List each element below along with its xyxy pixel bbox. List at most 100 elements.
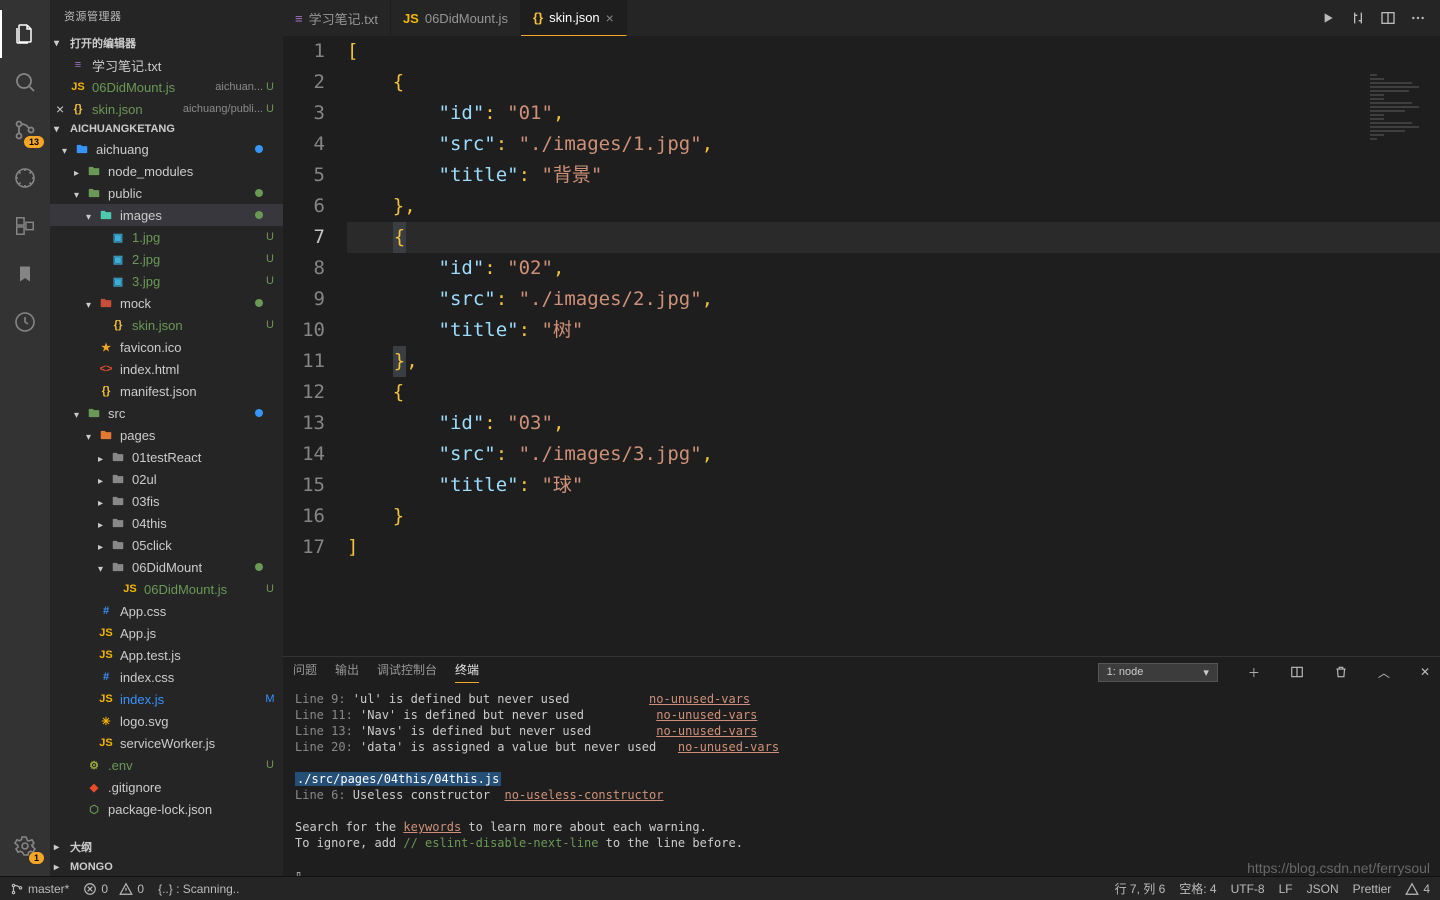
img-icon: ▣ [110, 229, 126, 245]
tree-item[interactable]: 05click [50, 534, 283, 556]
code-editor[interactable]: 1234567891011121314151617 [ { "id": "01"… [283, 36, 1440, 656]
tree-item[interactable]: 02ul [50, 468, 283, 490]
tree-item[interactable]: #index.css [50, 666, 283, 688]
warn-count[interactable]: 4 [1405, 882, 1430, 896]
js-icon: JS [98, 735, 114, 751]
tree-item[interactable]: images [50, 204, 283, 226]
open-editors-header[interactable]: 打开的编辑器 [50, 32, 283, 54]
panel-tab[interactable]: 终端 [455, 661, 479, 683]
txt-icon: ≡ [70, 57, 86, 73]
problems-item[interactable]: 0 0 [83, 882, 144, 896]
tree-item[interactable]: <>index.html [50, 358, 283, 380]
terminal-body[interactable]: Line 9: 'ul' is defined but never used n… [283, 687, 1440, 876]
search-icon[interactable] [0, 58, 50, 106]
tree-item[interactable]: ⚙.envU [50, 754, 283, 776]
source-control-icon[interactable]: 13 [0, 106, 50, 154]
split-terminal-icon[interactable] [1290, 665, 1304, 679]
tree-item[interactable]: JSApp.test.js [50, 644, 283, 666]
tree-item[interactable]: public [50, 182, 283, 204]
split-icon[interactable] [1380, 10, 1396, 26]
js-icon: JS [70, 79, 86, 95]
js-icon: JS [98, 647, 114, 663]
svg-icon: ✳ [98, 713, 114, 729]
mongo-header[interactable]: MONGO [50, 858, 283, 876]
tree-item[interactable]: {}manifest.json [50, 380, 283, 402]
tree-item[interactable]: node_modules [50, 160, 283, 182]
tree-item[interactable]: ▣1.jpgU [50, 226, 283, 248]
debug-icon[interactable] [0, 154, 50, 202]
tree-item[interactable]: JSApp.js [50, 622, 283, 644]
terminal-selector[interactable]: 1: node▾ [1098, 663, 1218, 682]
tree-item[interactable]: ▣3.jpgU [50, 270, 283, 292]
outline-header[interactable]: 大纲 [50, 836, 283, 858]
panel-tab[interactable]: 问题 [293, 661, 317, 683]
open-editor-item[interactable]: ≡学习笔记.txt [50, 54, 283, 76]
run-icon[interactable] [1320, 10, 1336, 26]
branch-item[interactable]: master* [10, 882, 69, 896]
img-icon: ▣ [110, 273, 126, 289]
js-icon: JS [122, 581, 138, 597]
panel-tab[interactable]: 输出 [335, 661, 359, 683]
project-header[interactable]: AICHUANGKETANG [50, 120, 283, 138]
tree-item[interactable]: mock [50, 292, 283, 314]
tree-item[interactable]: ★favicon.ico [50, 336, 283, 358]
cursor-pos[interactable]: 行 7, 列 6 [1115, 880, 1166, 897]
folder-icon [98, 295, 114, 311]
env-icon: ⚙ [86, 757, 102, 773]
js-icon: JS [98, 625, 114, 641]
git-icon: ◆ [86, 779, 102, 795]
folder-icon [110, 559, 126, 575]
html-icon: <> [98, 361, 114, 377]
more-icon[interactable] [1410, 10, 1426, 26]
bookmark-icon[interactable] [0, 250, 50, 298]
tree-item[interactable]: 01testReact [50, 446, 283, 468]
spaces-item[interactable]: 空格: 4 [1179, 880, 1216, 897]
folder-icon [86, 405, 102, 421]
js-icon: JS [403, 11, 419, 26]
open-editor-item[interactable]: JS06DidMount.jsaichuan...U [50, 76, 283, 98]
tree-item[interactable]: ⬡package-lock.json [50, 798, 283, 820]
tree-item[interactable]: aichuang [50, 138, 283, 160]
open-editor-item[interactable]: {}skin.jsonaichuang/publi...U [50, 98, 283, 120]
close-tab-icon[interactable]: × [606, 10, 614, 26]
settings-icon[interactable]: 1 [0, 822, 50, 870]
settings-badge: 1 [29, 852, 44, 864]
tree-item[interactable]: ✳logo.svg [50, 710, 283, 732]
editor-tab[interactable]: {}skin.json× [521, 0, 627, 36]
editor-area: ≡学习笔记.txtJS06DidMount.js{}skin.json× 123… [283, 0, 1440, 876]
editor-tab[interactable]: JS06DidMount.js [391, 0, 521, 36]
tree-item[interactable]: pages [50, 424, 283, 446]
close-panel-icon[interactable]: ✕ [1420, 665, 1430, 679]
tree-item[interactable]: JS06DidMount.jsU [50, 578, 283, 600]
tree-item[interactable]: 06DidMount [50, 556, 283, 578]
tree-item[interactable]: 04this [50, 512, 283, 534]
extensions-icon[interactable] [0, 202, 50, 250]
json-icon: {} [533, 10, 543, 25]
editor-tab[interactable]: ≡学习笔记.txt [283, 0, 391, 36]
tree-item[interactable]: 03fis [50, 490, 283, 512]
minimap[interactable] [1370, 72, 1440, 162]
panel-tab[interactable]: 调试控制台 [377, 661, 437, 683]
tree-item[interactable]: #App.css [50, 600, 283, 622]
scm-badge: 13 [24, 136, 44, 148]
eol-item[interactable]: LF [1279, 882, 1293, 896]
tree-item[interactable]: ◆.gitignore [50, 776, 283, 798]
css-icon: # [98, 669, 114, 685]
encoding-item[interactable]: UTF-8 [1231, 882, 1265, 896]
tree-item[interactable]: JSserviceWorker.js [50, 732, 283, 754]
tree-item[interactable]: src [50, 402, 283, 424]
prettier-item[interactable]: Prettier [1353, 882, 1392, 896]
new-terminal-icon[interactable]: ＋ [1248, 664, 1260, 681]
lang-item[interactable]: JSON [1307, 882, 1339, 896]
explorer-icon[interactable] [0, 10, 50, 58]
maximize-icon[interactable]: ︿ [1378, 664, 1390, 681]
tree-item[interactable]: JSindex.jsM [50, 688, 283, 710]
tree-item[interactable]: {}skin.jsonU [50, 314, 283, 336]
tree-item[interactable]: ▣2.jpgU [50, 248, 283, 270]
trash-icon[interactable] [1334, 665, 1348, 679]
json-icon: {} [98, 383, 114, 399]
scan-item[interactable]: {..} : Scanning.. [158, 882, 239, 896]
clock-icon[interactable] [0, 298, 50, 346]
diff-icon[interactable] [1350, 10, 1366, 26]
fav-icon: ★ [98, 339, 114, 355]
